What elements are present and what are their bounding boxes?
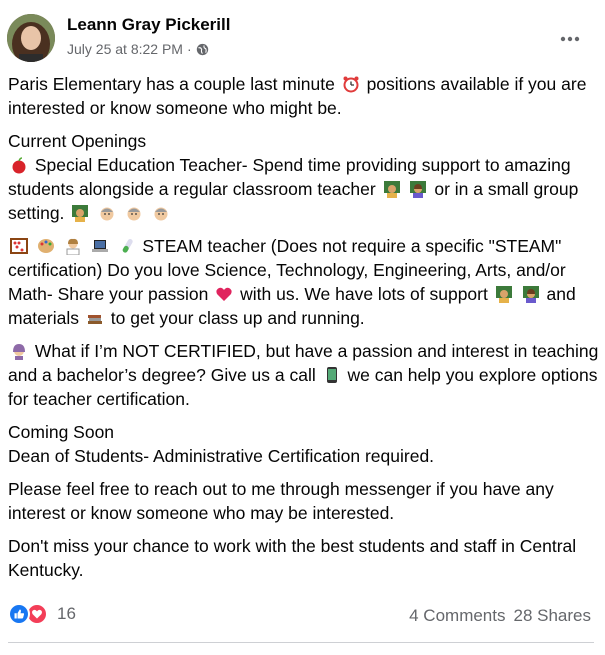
teacher-woman-icon [409,180,427,198]
scientist-icon [64,237,82,255]
child-icon [125,204,143,222]
more-options-icon[interactable] [555,24,585,54]
red-heart-icon [215,285,233,303]
like-icon [8,603,30,625]
child-icon [152,204,170,222]
child-icon [98,204,116,222]
openings-paragraph: Current Openings Special Education Teach… [8,129,600,225]
certification-paragraph: What if I’m NOT CERTIFIED, but have a pa… [8,339,600,411]
post-body: Paris Elementary has a couple last minut… [8,72,600,591]
alarm-clock-icon [342,75,360,93]
intro-text-a: Paris Elementary has a couple last minut… [8,74,335,94]
steam-paragraph: STEAM teacher (Does not require a specif… [8,234,600,330]
palette-icon [37,237,55,255]
teacher-woman-icon [522,285,540,303]
coming-soon-heading: Coming Soon [8,422,115,442]
intro-paragraph: Paris Elementary has a couple last minut… [8,72,600,120]
post-meta: July 25 at 8:22 PM · [67,41,209,57]
closing-paragraph: Don't miss your chance to work with the … [8,536,577,580]
abacus-icon [10,237,28,255]
apple-icon [10,156,28,174]
reactions-summary[interactable]: 16 [8,603,76,625]
author-name[interactable]: Leann Gray Pickerill [67,15,230,35]
dean-text: Dean of Students- Administrative Certifi… [8,446,435,466]
teacher-man-icon [495,285,513,303]
test-tube-icon [118,237,136,255]
comments-count-link[interactable]: 4 Comments [409,606,505,626]
reaction-count[interactable]: 16 [57,604,76,624]
books-icon [86,309,104,327]
engagement-stats: 4 Comments 28 Shares [409,606,591,626]
steam-text-d: to get your class up and running. [110,308,365,328]
post-header: Leann Gray Pickerill July 25 at 8:22 PM … [0,0,605,70]
mobile-phone-icon [323,366,341,384]
laptop-icon [91,237,109,255]
teacher-man-icon [383,180,401,198]
openings-heading: Current Openings [8,131,147,151]
coming-soon-paragraph: Coming Soon Dean of Students- Administra… [8,420,600,468]
thinking-woman-icon [10,342,28,360]
steam-text-b: with us. We have lots of support [240,284,488,304]
shares-count-link[interactable]: 28 Shares [514,606,592,626]
globe-icon[interactable] [196,43,209,56]
footer-divider [8,642,594,643]
post-timestamp[interactable]: July 25 at 8:22 PM [67,41,183,57]
teacher-man-icon [71,204,89,222]
meta-separator: · [186,41,192,57]
reach-out-paragraph: Please feel free to reach out to me thro… [8,479,554,523]
author-avatar[interactable] [7,14,55,62]
